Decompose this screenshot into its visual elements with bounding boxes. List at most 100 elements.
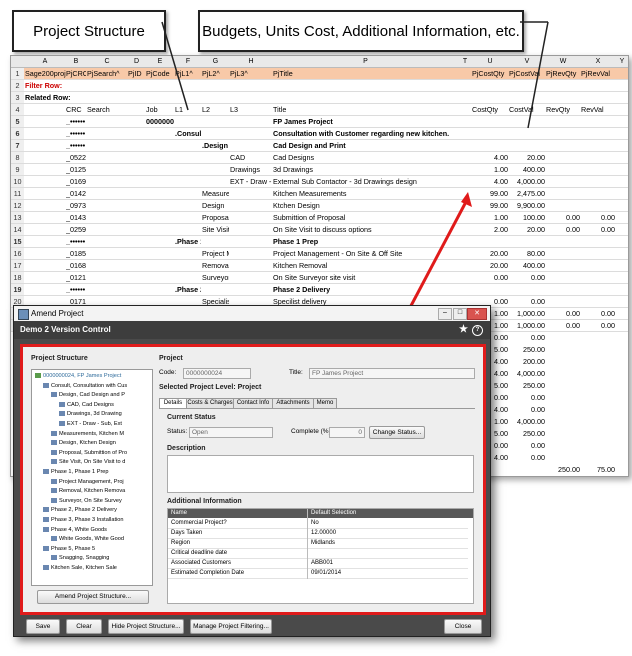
cell-u[interactable]: 4.00: [472, 176, 508, 187]
cell-a[interactable]: Related Row:: [25, 92, 85, 103]
tree-node[interactable]: Site Visit, On Site Visit to d: [51, 458, 125, 466]
cell-g[interactable]: .Design: [202, 140, 229, 151]
cell-v[interactable]: 250.00: [509, 380, 545, 391]
sheet-row[interactable]: 17 _016853 Removal Kitchen Removal 20.00400.…: [11, 260, 628, 272]
tree-node[interactable]: Proposal, Submittion of Pro: [51, 449, 127, 457]
tab-costs-charges[interactable]: Costs & Charges: [186, 398, 234, 408]
tree-node[interactable]: White Goods, White Good: [51, 535, 124, 543]
column-letter-h[interactable]: H: [230, 56, 272, 67]
row-number[interactable]: 9: [11, 164, 24, 175]
tree-node[interactable]: Design, Cad Design and P: [51, 391, 125, 399]
cell-e[interactable]: PjCode: [146, 68, 174, 79]
cell-c[interactable]: PjSearch^: [87, 68, 127, 79]
cell-e[interactable]: 0000000024: [146, 116, 174, 127]
tree-node[interactable]: Consult, Consultation with Cus: [43, 382, 127, 390]
help-icon[interactable]: ?: [472, 325, 483, 336]
additional-info-row[interactable]: Region Midlands: [168, 539, 468, 549]
cell-h[interactable]: PjL3^: [230, 68, 272, 79]
cell-p[interactable]: Phase 1 Prep: [273, 236, 458, 247]
cell-v[interactable]: CostVal: [509, 104, 545, 115]
cell-v[interactable]: 0.00: [509, 332, 545, 343]
project-tree[interactable]: 0000000024, FP James Project Consult, Con…: [31, 369, 153, 586]
cell-p[interactable]: Kitchen Removal: [273, 260, 458, 271]
column-letter-g[interactable]: G: [202, 56, 229, 67]
cell-h[interactable]: L3: [230, 104, 272, 115]
cell-b[interactable]: _018597: [66, 248, 86, 259]
row-number[interactable]: 12: [11, 200, 24, 211]
cell-x[interactable]: RevVal: [581, 104, 615, 115]
cell-p[interactable]: Phase 2 Delivery: [273, 284, 458, 295]
sheet-row[interactable]: 5 _•••••• 0000000024 FP James Project: [11, 116, 628, 128]
cell-v[interactable]: 400.00: [509, 164, 545, 175]
column-letter-c[interactable]: C: [87, 56, 127, 67]
cell-u[interactable]: 1.00: [472, 164, 508, 175]
info-value[interactable]: 12.00000: [311, 529, 336, 538]
column-letter-v[interactable]: V: [509, 56, 545, 67]
save-button[interactable]: Save: [26, 619, 60, 634]
sheet-row[interactable]: 3 Related Row:: [11, 92, 628, 104]
tree-node[interactable]: Drawings, 3d Drawing: [59, 410, 122, 418]
row-number[interactable]: 19: [11, 284, 24, 295]
cell-p[interactable]: 3d Drawings: [273, 164, 458, 175]
cell-f[interactable]: .Phase 1: [175, 236, 201, 247]
hide-structure-button[interactable]: Hide Project Structure...: [108, 619, 184, 634]
cell-p[interactable]: Title: [273, 104, 458, 115]
cell-w[interactable]: 250.00: [546, 464, 580, 475]
row-number[interactable]: 17: [11, 260, 24, 271]
cell-x[interactable]: 0.00: [581, 212, 615, 223]
additional-info-row[interactable]: Commercial Project? No: [168, 519, 468, 529]
cell-u[interactable]: 99.00: [472, 188, 508, 199]
cell-b[interactable]: _012130: [66, 272, 86, 283]
tree-node[interactable]: Surveyor, On Site Survey: [51, 497, 122, 505]
tree-node[interactable]: Phase 5, Phase 5: [43, 545, 95, 553]
cell-p[interactable]: PjTitle: [273, 68, 458, 79]
cell-p[interactable]: FP James Project: [273, 116, 458, 127]
cell-u[interactable]: 0.00: [472, 272, 508, 283]
row-number[interactable]: 10: [11, 176, 24, 187]
cell-v[interactable]: 4,000.00: [509, 176, 545, 187]
cell-b[interactable]: _012597: [66, 164, 86, 175]
close-window-button[interactable]: ✕: [467, 308, 487, 320]
cell-u[interactable]: PjCostQty: [472, 68, 508, 79]
row-number[interactable]: 1: [11, 68, 24, 79]
sheet-row[interactable]: 1 PjCRC PjSearch^ PjID PjCode PjL1^ PjL2^ PjL3^…: [11, 68, 628, 80]
row-number[interactable]: 8: [11, 152, 24, 163]
cell-g[interactable]: Design: [202, 200, 229, 211]
cell-v[interactable]: 250.00: [509, 428, 545, 439]
cell-v[interactable]: 0.00: [509, 392, 545, 403]
close-button[interactable]: Close: [444, 619, 482, 634]
sheet-row[interactable]: 8 _052258 CADCad Designs 4.0020.00: [11, 152, 628, 164]
column-letter-w[interactable]: W: [546, 56, 580, 67]
row-number[interactable]: 5: [11, 116, 24, 127]
minimize-button[interactable]: –: [438, 308, 452, 320]
manage-filtering-button[interactable]: Manage Project Filtering...: [190, 619, 272, 634]
cell-v[interactable]: 20.00: [509, 152, 545, 163]
cell-g[interactable]: PjL2^: [202, 68, 229, 79]
info-value[interactable]: No: [311, 519, 319, 528]
cell-b[interactable]: _09739: [66, 200, 86, 211]
row-number[interactable]: 11: [11, 188, 24, 199]
tree-node[interactable]: Project Management, Proj: [51, 478, 124, 486]
sheet-row[interactable]: 10 _016936 EXT - Draw - SuExternal Sub Con…: [11, 176, 628, 188]
sheet-row[interactable]: 9 _012597 Drawings3d Drawings 1.00400.00: [11, 164, 628, 176]
tree-node[interactable]: Phase 4, White Goods: [43, 526, 107, 534]
cell-x[interactable]: 0.00: [581, 320, 615, 331]
cell-b[interactable]: _014295: [66, 188, 86, 199]
cell-v[interactable]: 1,000.00: [509, 308, 545, 319]
row-number[interactable]: 3: [11, 92, 24, 103]
column-letter-a[interactable]: A: [25, 56, 65, 67]
tree-node[interactable]: Phase 1, Phase 1 Prep: [43, 468, 109, 476]
tab-details[interactable]: Details: [159, 398, 187, 408]
column-letter-t[interactable]: T: [459, 56, 471, 67]
tree-node[interactable]: Kitchen Sale, Kitchen Sale: [43, 564, 117, 572]
row-number[interactable]: 13: [11, 212, 24, 223]
cell-p[interactable]: Ktchen Design: [273, 200, 458, 211]
cell-p[interactable]: On Site Visit to discuss options: [273, 224, 458, 235]
row-number[interactable]: 6: [11, 128, 24, 139]
row-number[interactable]: 4: [11, 104, 24, 115]
cell-b[interactable]: _014308: [66, 212, 86, 223]
cell-f[interactable]: .Consult: [175, 128, 201, 139]
cell-x[interactable]: 0.00: [581, 224, 615, 235]
cell-p[interactable]: External Sub Contactor - 3d Drawings des…: [273, 176, 458, 187]
cell-w[interactable]: 0.00: [546, 212, 580, 223]
